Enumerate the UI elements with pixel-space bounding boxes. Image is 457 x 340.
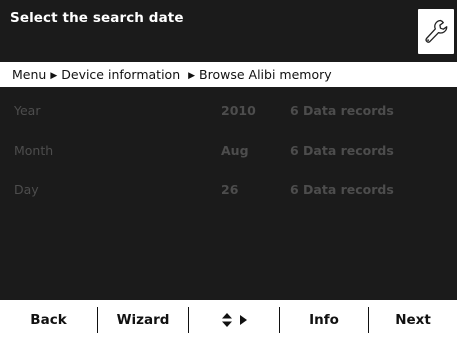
- row-value: Aug: [221, 143, 249, 158]
- breadcrumb-separator-icon: ▶: [50, 71, 58, 81]
- date-selection-list: Year 2010 6 Data records Month Aug 6 Dat…: [0, 87, 457, 300]
- title-bar: Select the search date: [0, 0, 457, 62]
- breadcrumb-item-menu[interactable]: Menu: [12, 67, 46, 82]
- breadcrumb: Menu ▶ Device information ▶ Browse Alibi me…: [0, 62, 457, 87]
- right-arrow-icon: [239, 315, 247, 325]
- row-value: 26: [221, 182, 239, 197]
- row-value: 2010: [221, 103, 256, 118]
- settings-button[interactable]: [418, 9, 454, 54]
- row-records: 6 Data records: [290, 143, 394, 158]
- info-button[interactable]: Info: [280, 300, 368, 340]
- row-label: Year: [14, 103, 41, 118]
- list-item-day[interactable]: Day 26 6 Data records: [0, 176, 457, 204]
- next-button[interactable]: Next: [369, 300, 457, 340]
- row-records: 6 Data records: [290, 103, 394, 118]
- row-label: Month: [14, 143, 54, 158]
- row-label: Day: [14, 182, 39, 197]
- up-down-arrow-icon: [221, 313, 232, 327]
- list-item-month[interactable]: Month Aug 6 Data records: [0, 137, 457, 165]
- page-title: Select the search date: [10, 10, 184, 26]
- softkey-bar: Back Wizard Info Next: [0, 300, 457, 340]
- navigation-button[interactable]: [189, 300, 279, 340]
- back-button[interactable]: Back: [0, 300, 97, 340]
- row-records: 6 Data records: [290, 182, 394, 197]
- list-item-year[interactable]: Year 2010 6 Data records: [0, 97, 457, 125]
- breadcrumb-item-browse-alibi-memory: Browse Alibi memory: [199, 67, 332, 82]
- wrench-icon: [425, 19, 448, 43]
- breadcrumb-separator-icon: ▶: [188, 71, 196, 81]
- wizard-button[interactable]: Wizard: [98, 300, 188, 340]
- breadcrumb-item-device-information[interactable]: Device information: [61, 67, 180, 82]
